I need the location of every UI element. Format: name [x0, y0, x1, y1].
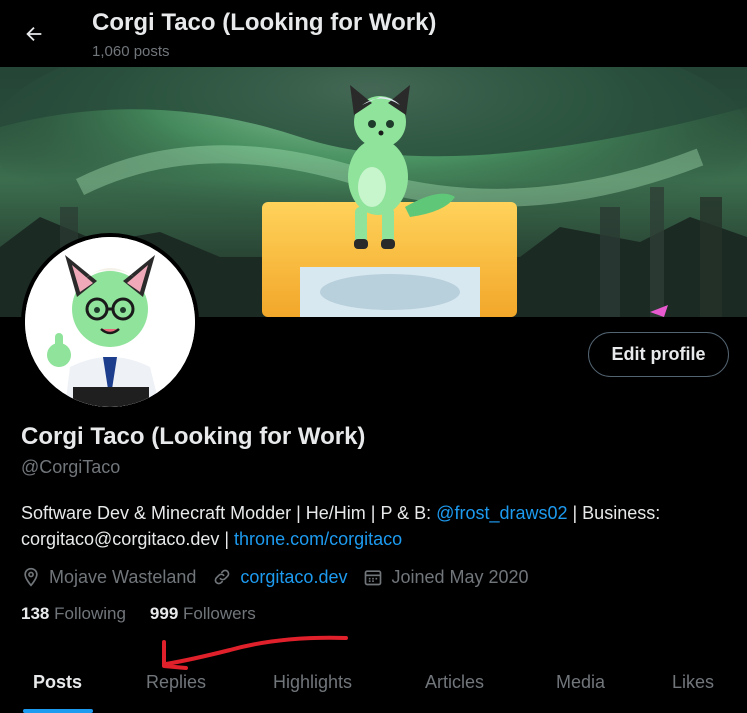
- tab-label: Likes: [672, 672, 715, 692]
- follow-stats: 138 Following 999 Followers: [21, 604, 280, 624]
- bio-text: Software Dev & Minecraft Modder | He/Him…: [21, 503, 437, 523]
- location: Mojave Wasteland: [21, 567, 196, 588]
- followers-count: 999: [149, 604, 179, 623]
- tab-posts[interactable]: Posts: [0, 660, 116, 713]
- profile-meta: Mojave Wasteland corgitaco.dev Joined Ma…: [21, 564, 545, 590]
- post-count: 1,060 posts: [92, 43, 170, 60]
- tab-label: Articles: [425, 672, 485, 692]
- join-date-text: Joined May 2020: [391, 566, 529, 587]
- tab-likes[interactable]: Likes: [640, 660, 747, 713]
- back-arrow-icon: [26, 26, 42, 42]
- following-label: Following: [54, 604, 126, 623]
- back-button[interactable]: [16, 16, 52, 52]
- join-date: Joined May 2020: [363, 566, 529, 588]
- location-pin-icon: [24, 567, 38, 587]
- website: corgitaco.dev: [212, 567, 347, 588]
- tab-label: Posts: [33, 672, 83, 692]
- bio-throne-link[interactable]: throne.com/corgitaco: [234, 529, 402, 549]
- active-tab-indicator: [23, 709, 93, 713]
- following-count: 138: [21, 604, 50, 623]
- tab-label: Highlights: [273, 672, 353, 692]
- followers-label: Followers: [183, 604, 256, 623]
- tab-highlights[interactable]: Highlights: [240, 660, 395, 713]
- bio-mention-link[interactable]: @frost_draws02: [436, 503, 567, 523]
- avatar[interactable]: [25, 237, 195, 407]
- bio: Software Dev & Minecraft Modder | He/Him…: [21, 500, 721, 552]
- followers-link[interactable]: 999 Followers: [150, 604, 256, 624]
- top-bar: Corgi Taco (Looking for Work) 1,060 post…: [0, 0, 747, 67]
- calendar-icon: [365, 570, 382, 586]
- tab-replies[interactable]: Replies: [116, 660, 240, 713]
- tab-media[interactable]: Media: [525, 660, 640, 713]
- display-name: Corgi Taco (Looking for Work): [21, 423, 366, 450]
- location-text: Mojave Wasteland: [49, 566, 197, 587]
- tab-articles[interactable]: Articles: [395, 660, 525, 713]
- avatar-artwork: [25, 237, 195, 407]
- user-handle: @CorgiTaco: [21, 457, 121, 477]
- tab-label: Media: [556, 672, 606, 692]
- profile-tabs: Posts Replies Highlights Articles Media …: [0, 660, 747, 713]
- following-link[interactable]: 138 Following: [21, 604, 126, 624]
- website-link[interactable]: corgitaco.dev: [240, 567, 347, 588]
- tab-label: Replies: [146, 672, 207, 692]
- edit-profile-button[interactable]: Edit profile: [588, 332, 729, 377]
- header-title: Corgi Taco (Looking for Work): [92, 9, 437, 36]
- link-icon: [215, 569, 230, 585]
